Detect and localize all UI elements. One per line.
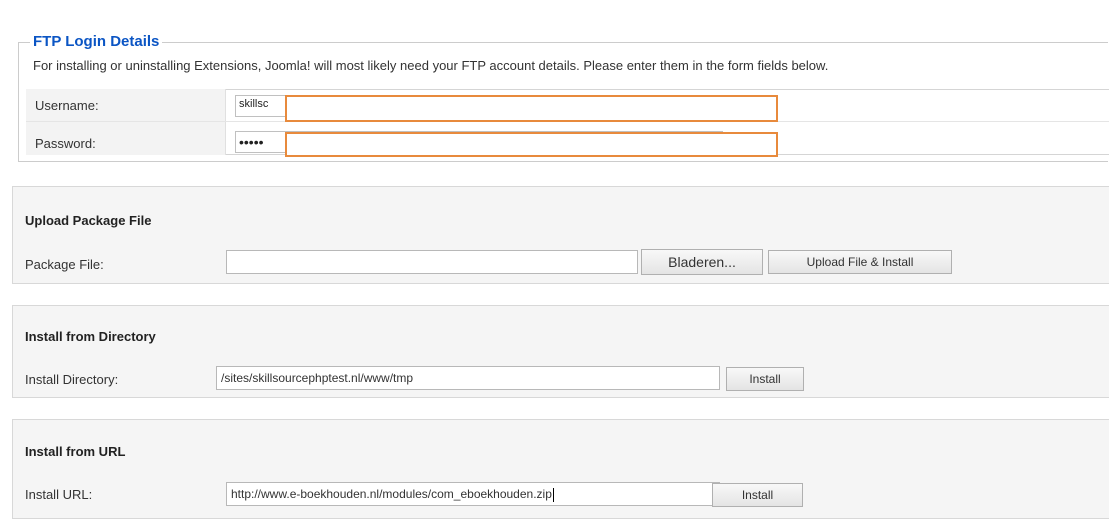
package-file-input[interactable] — [226, 250, 638, 274]
upload-install-button[interactable]: Upload File & Install — [768, 250, 952, 274]
ftp-description: For installing or uninstalling Extension… — [33, 58, 829, 73]
install-url-title: Install from URL — [25, 444, 126, 459]
ftp-login-legend: FTP Login Details — [30, 34, 163, 50]
install-url-input[interactable]: http://www.e-boekhouden.nl/modules/com_e… — [226, 482, 720, 506]
install-url-button[interactable]: Install — [712, 483, 803, 507]
browse-button[interactable]: Bladeren... — [641, 249, 763, 275]
text-caret — [552, 487, 554, 502]
package-file-label: Package File: — [25, 257, 104, 272]
install-directory-input[interactable]: /sites/skillsourcephptest.nl/www/tmp — [216, 366, 720, 390]
install-url-value: http://www.e-boekhouden.nl/modules/com_e… — [231, 487, 552, 501]
password-label: Password: — [35, 136, 96, 151]
install-url-label: Install URL: — [25, 487, 93, 502]
upload-package-title: Upload Package File — [25, 213, 152, 228]
password-redaction-box — [285, 132, 778, 157]
username-label: Username: — [35, 98, 99, 113]
username-redaction-box — [285, 95, 778, 122]
install-directory-label: Install Directory: — [25, 372, 119, 387]
install-directory-title: Install from Directory — [25, 329, 156, 344]
install-directory-button[interactable]: Install — [726, 367, 804, 391]
